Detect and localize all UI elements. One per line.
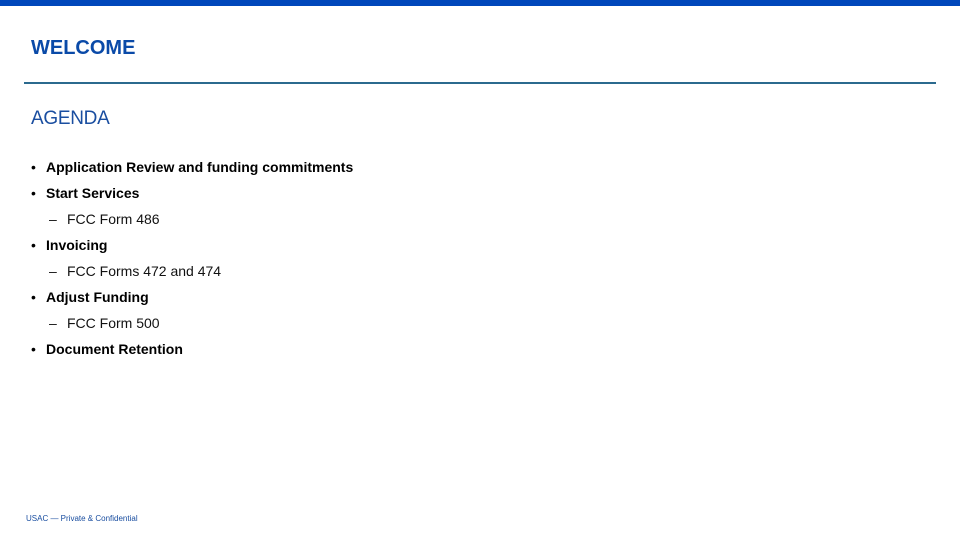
title-divider bbox=[24, 82, 936, 84]
top-accent-bar bbox=[0, 0, 960, 6]
agenda-item: Invoicing bbox=[30, 235, 353, 261]
agenda-list: Application Review and funding commitmen… bbox=[30, 157, 353, 365]
agenda-item: Start Services bbox=[30, 183, 353, 209]
slide-title: WELCOME bbox=[31, 37, 136, 59]
agenda-item: Application Review and funding commitmen… bbox=[30, 157, 353, 183]
slide-subtitle: AGENDA bbox=[31, 108, 110, 129]
agenda-item: Document Retention bbox=[30, 339, 353, 365]
agenda-subitem: FCC Form 500 bbox=[30, 313, 353, 339]
agenda-subitem: FCC Forms 472 and 474 bbox=[30, 261, 353, 287]
footer-text: USAC — Private & Confidential bbox=[26, 514, 138, 523]
agenda-item: Adjust Funding bbox=[30, 287, 353, 313]
agenda-subitem: FCC Form 486 bbox=[30, 209, 353, 235]
